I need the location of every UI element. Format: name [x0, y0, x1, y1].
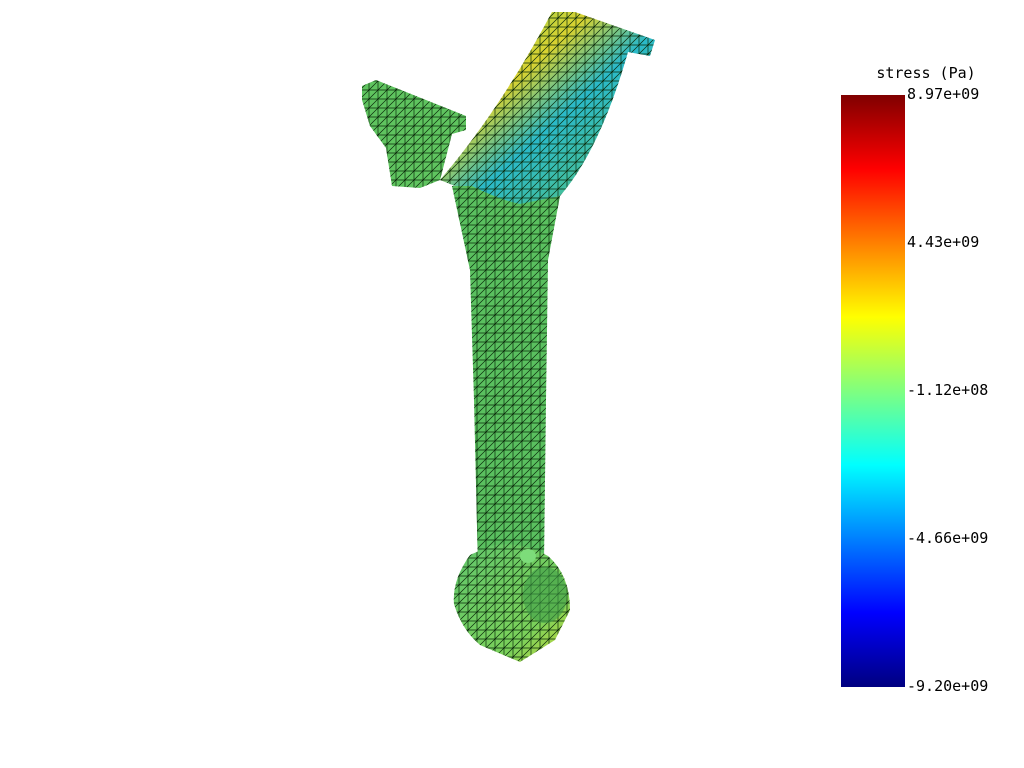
colorbar-tick-label: -1.12e+08: [907, 381, 989, 399]
colorbar-tick-label: 8.97e+09: [907, 85, 980, 103]
rod-small-end-bore: [523, 567, 567, 623]
colorbar-tick-label: -9.20e+09: [907, 677, 989, 695]
colorbar: [841, 95, 905, 687]
colorbar-tick-label: 4.43e+09: [907, 233, 980, 251]
connecting-rod-model[interactable]: [362, 12, 655, 662]
colorbar-title: stress (Pa): [876, 64, 976, 82]
colorbar-tick-label: -4.66e+09: [907, 529, 989, 547]
